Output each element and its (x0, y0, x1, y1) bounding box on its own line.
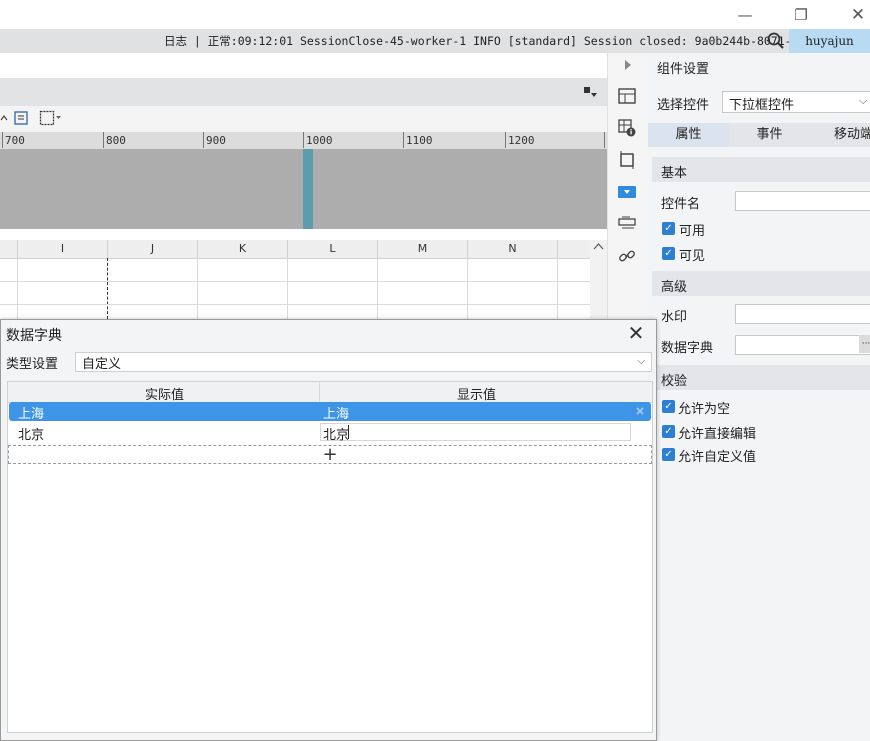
watermark-label: 水印 (661, 310, 688, 325)
dictionary-edit-button[interactable]: ··· (859, 335, 870, 353)
tab-mobile[interactable]: 移动端 (810, 123, 870, 147)
ruler-tick: 800 (106, 134, 126, 147)
actual-value-header: 实际值 (145, 388, 185, 403)
display-value-header: 显示值 (457, 388, 497, 403)
widget-name-label: 控件名 (661, 197, 701, 212)
display-value-cell[interactable]: 上海 (323, 403, 349, 422)
type-setting-value: 自定义 (82, 357, 122, 372)
allow-empty-checkbox[interactable]: ✓ (662, 400, 675, 413)
restore-button[interactable]: ❐ (783, 0, 819, 29)
toolbar-row (0, 106, 607, 132)
user-name[interactable]: huyajun (789, 29, 870, 53)
tab-properties[interactable]: 属性 (648, 123, 729, 147)
log-message[interactable]: 日志 | 正常:09:12:01 SessionClose-45-worker-… (164, 29, 847, 53)
text-cursor (348, 425, 349, 439)
widget-type-value: 下拉框控件 (729, 98, 795, 113)
panel-title: 组件设置 (657, 62, 710, 77)
search-icon[interactable] (766, 31, 786, 51)
allow-custom-checkbox[interactable]: ✓ (662, 448, 675, 461)
caret-icon[interactable] (0, 112, 8, 124)
visible-checkbox[interactable]: ✓ (662, 247, 675, 260)
dictionary-table-header (8, 382, 652, 403)
data-dictionary-input[interactable]: ··· (735, 335, 870, 355)
enabled-checkbox[interactable]: ✓ (662, 222, 675, 235)
type-setting-select[interactable]: ⌵ (75, 352, 652, 372)
toolbar-dropdown-icon[interactable] (582, 84, 598, 100)
column-header[interactable]: J (108, 240, 198, 258)
allow-empty-label: 允许为空 (678, 402, 731, 417)
border-icon[interactable] (39, 110, 63, 126)
select-widget-label: 选择控件 (657, 98, 710, 113)
ruler-tick: 1100 (406, 134, 433, 147)
section-validate-heading: 校验 (661, 374, 688, 389)
link-icon[interactable] (611, 245, 643, 267)
align-icon[interactable] (14, 111, 28, 125)
close-icon[interactable]: ✕ (625, 322, 647, 344)
column-header[interactable]: L (288, 240, 378, 258)
table-layout-icon[interactable] (611, 85, 643, 107)
ruler-tick: 1200 (508, 134, 535, 147)
allow-edit-label: 允许直接编辑 (678, 427, 757, 442)
type-setting-label: 类型设置 (6, 357, 59, 372)
actual-value-cell[interactable]: 上海 (18, 403, 44, 422)
allow-custom-label: 允许自定义值 (678, 450, 757, 465)
dialog-title: 数据字典 (6, 328, 62, 344)
display-value-input-text: 北京 (323, 428, 350, 443)
column-header[interactable]: I (18, 240, 108, 258)
add-row-button[interactable]: + (8, 445, 652, 464)
column-header[interactable]: K (198, 240, 288, 258)
selected-column-marker[interactable] (303, 149, 313, 229)
data-dictionary-label: 数据字典 (661, 341, 714, 356)
frame-icon[interactable] (611, 149, 643, 171)
minimize-button[interactable]: — (727, 0, 763, 29)
tab-events[interactable]: 事件 (729, 123, 810, 147)
watermark-input[interactable] (735, 304, 870, 324)
expand-arrow-icon[interactable] (623, 58, 633, 72)
actual-value-cell[interactable]: 北京 (18, 424, 44, 443)
vertical-scrollbar[interactable] (590, 240, 607, 319)
visible-label: 可见 (679, 249, 706, 264)
close-window-button[interactable]: ✕ (840, 0, 870, 29)
column-header-row: I J K L M N (0, 240, 590, 259)
delete-row-icon[interactable] (634, 405, 646, 417)
column-header[interactable]: N (468, 240, 558, 258)
cell-info-icon[interactable] (611, 117, 643, 139)
display-value-editor[interactable] (320, 423, 631, 441)
horizontal-ruler: 700 800 900 1000 1100 1200 (0, 132, 607, 150)
ruler-tick: 700 (5, 134, 25, 147)
section-basic-heading: 基本 (661, 166, 688, 181)
widget-type-select[interactable]: 下拉框控件 ⌵ (722, 91, 870, 113)
dropdown-widget-icon[interactable] (611, 181, 643, 203)
column-header[interactable]: M (378, 240, 468, 258)
designer-tab-strip (0, 78, 607, 106)
chevron-down-icon: ⌵ (859, 94, 868, 107)
widget-name-input[interactable] (735, 191, 870, 211)
section-advanced-heading: 高级 (661, 280, 688, 295)
ruler-tick: 900 (206, 134, 226, 147)
ruler-tick: 1000 (306, 134, 333, 147)
enabled-label: 可用 (679, 224, 706, 239)
chevron-down-icon: ⌵ (637, 354, 646, 367)
form-element-icon[interactable] (611, 213, 643, 235)
allow-edit-checkbox[interactable]: ✓ (662, 425, 675, 438)
